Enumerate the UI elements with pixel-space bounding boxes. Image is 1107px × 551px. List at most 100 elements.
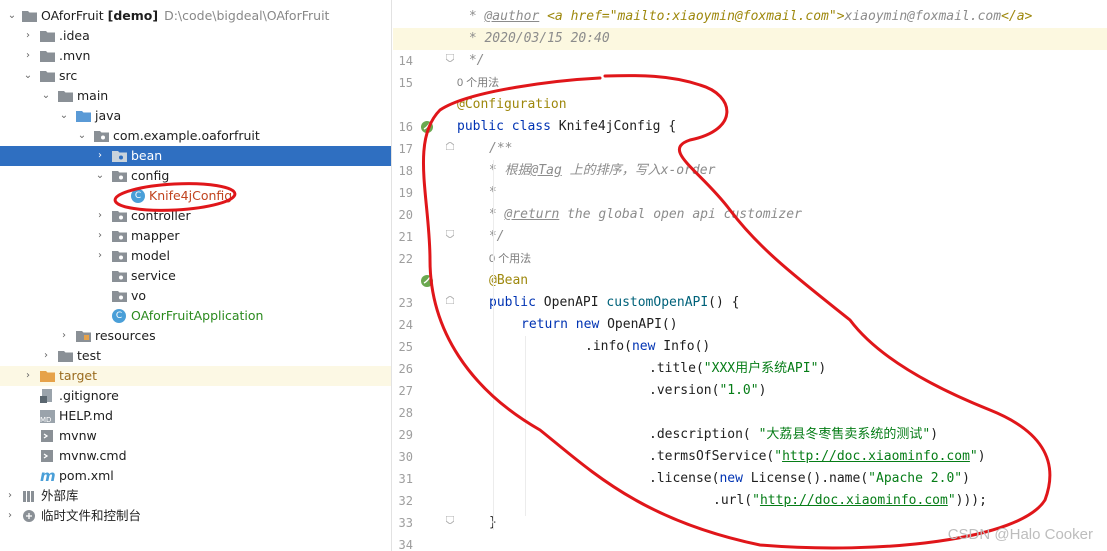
chevron-right-icon[interactable]: › bbox=[94, 206, 106, 226]
chevron-down-icon[interactable]: ⌄ bbox=[6, 6, 18, 26]
chevron-right-icon[interactable]: › bbox=[4, 486, 16, 506]
tree-row-bean[interactable]: › bean bbox=[0, 146, 391, 166]
tree-row-idea[interactable]: › .idea bbox=[0, 26, 391, 46]
indent-guide bbox=[493, 160, 494, 530]
tree-row-application[interactable]: C OAforFruitApplication bbox=[0, 306, 391, 326]
fold-marker-icon[interactable] bbox=[446, 142, 454, 150]
chevron-down-icon[interactable]: ⌄ bbox=[76, 126, 88, 146]
tree-row-scratches[interactable]: › 临时文件和控制台 bbox=[0, 506, 391, 526]
tree-row-root[interactable]: ⌄ OAforFruit [demo] D:\code\bigdeal\OAfor… bbox=[0, 6, 391, 26]
tree-row-config[interactable]: ⌄ config bbox=[0, 166, 391, 186]
code-line[interactable]: 20 * bbox=[393, 182, 1107, 222]
chevron-right-icon[interactable]: › bbox=[40, 346, 52, 366]
tree-item-label: model bbox=[131, 248, 170, 263]
tree-row-package[interactable]: ⌄ com.example.oaforfruit bbox=[0, 126, 391, 146]
code-line[interactable]: 30 .description( "大荔县冬枣售卖系统的测试") bbox=[393, 424, 1107, 464]
tree-item-label: mapper bbox=[131, 228, 180, 243]
folder-icon bbox=[58, 351, 73, 362]
class-icon: C bbox=[131, 189, 145, 203]
tree-item-label: mvnw bbox=[59, 428, 97, 443]
chevron-right-icon[interactable]: › bbox=[22, 46, 34, 66]
tree-item-label: .gitignore bbox=[59, 388, 119, 403]
usage-hint[interactable]: 0 个用法 bbox=[457, 72, 499, 94]
code-text: .description( "大荔县冬枣售卖系统的测试") bbox=[649, 427, 939, 442]
code-line[interactable]: 15 */ bbox=[393, 50, 1107, 90]
line-number: 15 bbox=[398, 76, 413, 90]
code-line[interactable]: 28 .version("1.0") bbox=[393, 380, 1107, 420]
chevron-down-icon[interactable]: ⌄ bbox=[94, 166, 106, 186]
tree-row-target[interactable]: › target bbox=[0, 366, 391, 386]
chevron-right-icon[interactable]: › bbox=[94, 246, 106, 266]
tree-row-controller[interactable]: › controller bbox=[0, 206, 391, 226]
fold-marker-icon[interactable] bbox=[446, 296, 454, 304]
fold-marker-icon[interactable] bbox=[446, 230, 454, 238]
chevron-right-icon[interactable]: › bbox=[58, 326, 70, 346]
code-line[interactable]: 13 * @author <a href="mailto:xiaoymin@fo… bbox=[393, 6, 1107, 46]
scratches-icon bbox=[23, 510, 35, 522]
code-line[interactable]: 19 * 根据@Tag 上的排序，写入x-order bbox=[393, 160, 1107, 200]
package-icon bbox=[112, 251, 127, 262]
tree-item-label: .idea bbox=[59, 28, 90, 43]
tree-item-label: src bbox=[59, 68, 78, 83]
package-icon bbox=[112, 271, 127, 282]
code-line[interactable]: 21 * @return the global open api customi… bbox=[393, 204, 1107, 244]
chevron-right-icon[interactable]: › bbox=[94, 146, 106, 166]
tree-item-label: controller bbox=[131, 208, 191, 223]
markdown-file-icon: MD bbox=[40, 410, 55, 424]
tree-row-service[interactable]: service bbox=[0, 266, 391, 286]
code-text: @Bean bbox=[489, 273, 529, 288]
code-line[interactable]: 23 @Bean bbox=[393, 270, 1107, 310]
folder-icon bbox=[58, 91, 73, 102]
tree-row-resources[interactable]: › resources bbox=[0, 326, 391, 346]
tree-row-src[interactable]: ⌄ src bbox=[0, 66, 391, 86]
tree-item-label: service bbox=[131, 268, 176, 283]
chevron-right-icon[interactable]: › bbox=[94, 226, 106, 246]
tree-item-label: mvnw.cmd bbox=[59, 448, 127, 463]
tree-row-gitignore[interactable]: .gitignore bbox=[0, 386, 391, 406]
usage-hint[interactable]: 0 个用法 bbox=[489, 248, 531, 270]
tree-row-vo[interactable]: vo bbox=[0, 286, 391, 306]
tree-row-help-md[interactable]: MD HELP.md bbox=[0, 406, 391, 426]
code-line[interactable]: 16 @Configuration bbox=[393, 94, 1107, 134]
cmd-file-icon bbox=[41, 450, 53, 462]
folder-icon bbox=[22, 11, 37, 22]
code-line[interactable]: 32 .license(new License().name("Apache 2… bbox=[393, 468, 1107, 508]
code-line[interactable]: 18 /** bbox=[393, 138, 1107, 178]
code-line[interactable]: 22 */ bbox=[393, 226, 1107, 266]
tree-row-mvnw[interactable]: mvnw bbox=[0, 426, 391, 446]
code-line[interactable]: 33 .url("http://doc.xiaominfo.com"))); bbox=[393, 490, 1107, 530]
code-line-current[interactable]: 14 * 2020/03/15 20:40 bbox=[393, 28, 1107, 68]
chevron-down-icon[interactable]: ⌄ bbox=[40, 86, 52, 106]
code-line[interactable]: 24 public OpenAPI customOpenAPI() { bbox=[393, 292, 1107, 332]
tree-row-java[interactable]: ⌄ java bbox=[0, 106, 391, 126]
code-line[interactable]: 27 .title("XXX用户系统API") bbox=[393, 358, 1107, 398]
chevron-down-icon[interactable]: ⌄ bbox=[22, 66, 34, 86]
spring-bean-gutter-icon[interactable] bbox=[420, 120, 434, 134]
tree-row-model[interactable]: › model bbox=[0, 246, 391, 266]
code-line[interactable]: 29 bbox=[393, 402, 1107, 442]
tree-row-external-libraries[interactable]: › 外部库 bbox=[0, 486, 391, 506]
tree-row-pom[interactable]: m pom.xml bbox=[0, 466, 391, 486]
tree-item-label: resources bbox=[95, 328, 156, 343]
chevron-right-icon[interactable]: › bbox=[4, 506, 16, 526]
code-line[interactable]: 26 .info(new Info() bbox=[393, 336, 1107, 376]
tree-row-main[interactable]: ⌄ main bbox=[0, 86, 391, 106]
tree-row-mvn[interactable]: › .mvn bbox=[0, 46, 391, 66]
tree-item-label: 外部库 bbox=[41, 488, 79, 503]
fold-marker-icon[interactable] bbox=[446, 54, 454, 62]
tree-row-test[interactable]: › test bbox=[0, 346, 391, 366]
code-line[interactable]: 25 return new OpenAPI() bbox=[393, 314, 1107, 354]
spring-bean-gutter-icon[interactable] bbox=[420, 274, 434, 288]
fold-marker-icon[interactable] bbox=[446, 516, 454, 524]
chevron-right-icon[interactable]: › bbox=[22, 26, 34, 46]
chevron-down-icon[interactable]: ⌄ bbox=[58, 106, 70, 126]
package-icon bbox=[112, 211, 127, 222]
tree-row-knife4jconfig[interactable]: C Knife4jConfig bbox=[0, 186, 391, 206]
chevron-right-icon[interactable]: › bbox=[22, 366, 34, 386]
tree-row-mapper[interactable]: › mapper bbox=[0, 226, 391, 246]
code-line[interactable]: 17 public class Knife4jConfig { bbox=[393, 116, 1107, 156]
project-tree: ⌄ OAforFruit [demo] D:\code\bigdeal\OAfor… bbox=[0, 0, 392, 551]
code-editor[interactable]: 13 * @author <a href="mailto:xiaoymin@fo… bbox=[393, 0, 1107, 551]
tree-row-mvnw-cmd[interactable]: mvnw.cmd bbox=[0, 446, 391, 466]
code-line[interactable]: 31 .termsOfService("http://doc.xiaominfo… bbox=[393, 446, 1107, 486]
